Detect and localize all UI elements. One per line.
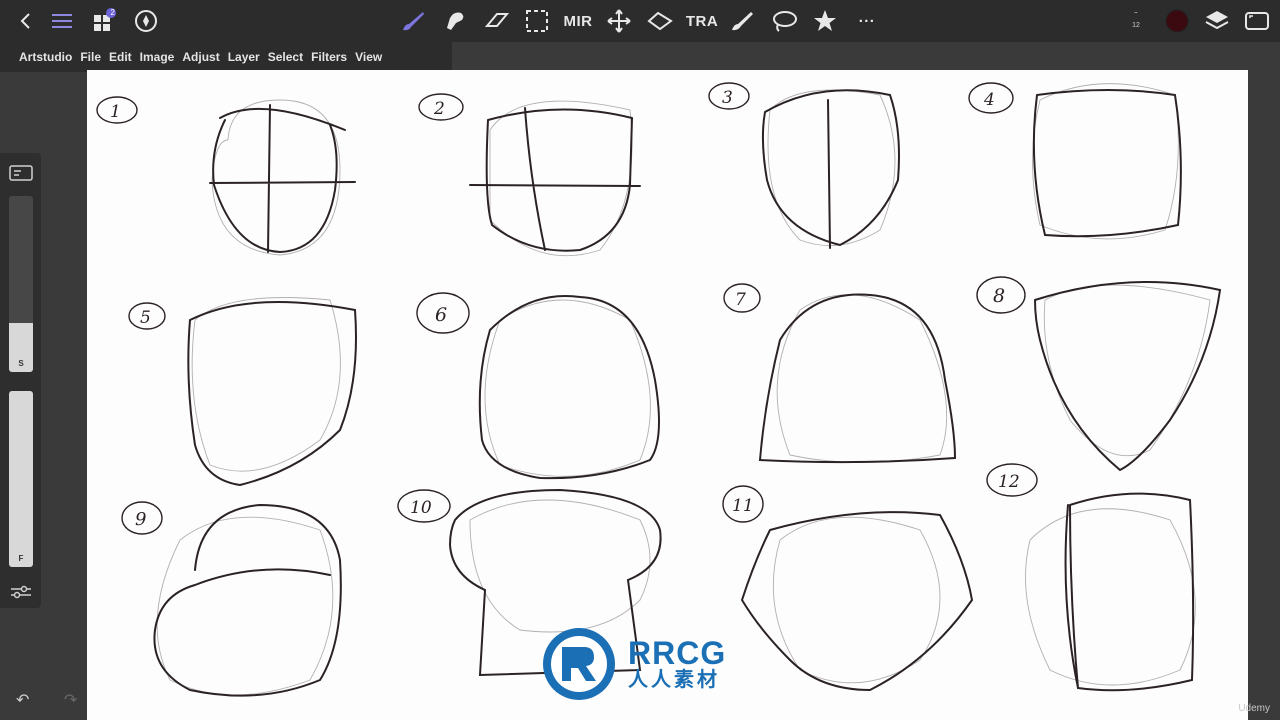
star-icon[interactable] xyxy=(810,8,840,34)
sketch-number-12: 12 xyxy=(998,472,1020,492)
rrcg-logo-icon xyxy=(543,628,615,700)
eraser-icon[interactable] xyxy=(482,8,512,34)
more-label: ··· xyxy=(858,12,876,30)
sketch-number-7: 7 xyxy=(735,290,746,310)
rrcg-watermark: RRCG 人人素材 xyxy=(540,625,726,703)
selection-icon[interactable] xyxy=(522,8,552,34)
menu-item-image[interactable]: Image xyxy=(140,50,175,64)
warp-icon[interactable] xyxy=(644,8,676,34)
fullscreen-icon[interactable] xyxy=(1242,8,1272,34)
sketch-number-2: 2 xyxy=(433,99,445,119)
udemy-watermark: Udemy xyxy=(1238,703,1270,714)
sketch-number-4: 4 xyxy=(983,90,995,110)
menu-item-filters[interactable]: Filters xyxy=(311,50,347,64)
transform-tool-button[interactable]: TRA xyxy=(684,8,720,34)
fill-icon[interactable] xyxy=(728,8,758,34)
sketch-number-9: 9 xyxy=(135,509,146,530)
gallery-icon[interactable]: 2 xyxy=(90,8,118,34)
brush-size-value: 12 xyxy=(1132,22,1140,29)
brush-size-indicator[interactable]: ˜ 12 xyxy=(1124,8,1148,34)
brush-settings-panel: S F xyxy=(0,153,41,608)
sketch-number-5: 5 xyxy=(140,308,151,328)
menu-bar: Artstudio File Edit Image Adjust Layer S… xyxy=(0,42,452,72)
sketch-number-8: 8 xyxy=(993,285,1005,307)
undo-icon[interactable]: ↶ xyxy=(16,690,29,710)
sketch-number-3: 3 xyxy=(722,88,733,108)
brush-shield-icon[interactable] xyxy=(132,8,160,34)
flow-slider[interactable]: F xyxy=(9,391,33,567)
color-swatch[interactable] xyxy=(1162,8,1192,34)
flow-slider-label: F xyxy=(18,554,24,563)
brush-icon[interactable] xyxy=(398,8,428,34)
menu-item-select[interactable]: Select xyxy=(268,50,303,64)
back-icon[interactable] xyxy=(14,8,36,34)
sketch-number-10: 10 xyxy=(410,498,432,518)
watermark-subtitle: 人人素材 xyxy=(628,669,720,691)
move-icon[interactable] xyxy=(604,8,634,34)
brush-settings-icon[interactable] xyxy=(10,585,32,604)
sketch-number-11: 11 xyxy=(732,496,754,516)
gallery-badge: 2 xyxy=(110,8,115,17)
menu-item-artstudio[interactable]: Artstudio xyxy=(19,50,72,64)
flow-slider-fill xyxy=(9,391,33,567)
drawing-canvas[interactable]: 1 2 3 4 5 6 7 8 9 10 11 12 xyxy=(87,70,1248,720)
size-slider[interactable]: S xyxy=(9,196,33,372)
watermark-title: RRCG xyxy=(628,635,727,671)
smudge-icon[interactable] xyxy=(440,8,470,34)
tra-label: TRA xyxy=(685,12,719,30)
sketch-number-1: 1 xyxy=(110,102,121,122)
mirror-tool-button[interactable]: MIR xyxy=(560,8,596,34)
panel-toggle-icon[interactable] xyxy=(9,165,33,186)
menu-item-edit[interactable]: Edit xyxy=(109,50,132,64)
menu-item-file[interactable]: File xyxy=(80,50,101,64)
menu-item-adjust[interactable]: Adjust xyxy=(182,50,219,64)
menu-item-view[interactable]: View xyxy=(355,50,382,64)
more-options-button[interactable]: ··· xyxy=(852,8,882,34)
lasso-icon[interactable] xyxy=(768,8,800,34)
redo-icon[interactable]: ↷ xyxy=(64,690,77,710)
menu-item-layer[interactable]: Layer xyxy=(228,50,260,64)
layers-icon[interactable] xyxy=(1202,8,1232,34)
menu-icon[interactable] xyxy=(48,8,76,34)
sketch-number-6: 6 xyxy=(435,304,447,326)
top-toolbar: 2 MIR TRA ··· ˜ 12 xyxy=(0,0,1280,42)
sketch-artwork: 1 2 3 4 5 6 7 8 9 10 11 12 xyxy=(96,82,1222,697)
mir-label: MIR xyxy=(563,12,593,30)
size-slider-label: S xyxy=(18,359,24,368)
